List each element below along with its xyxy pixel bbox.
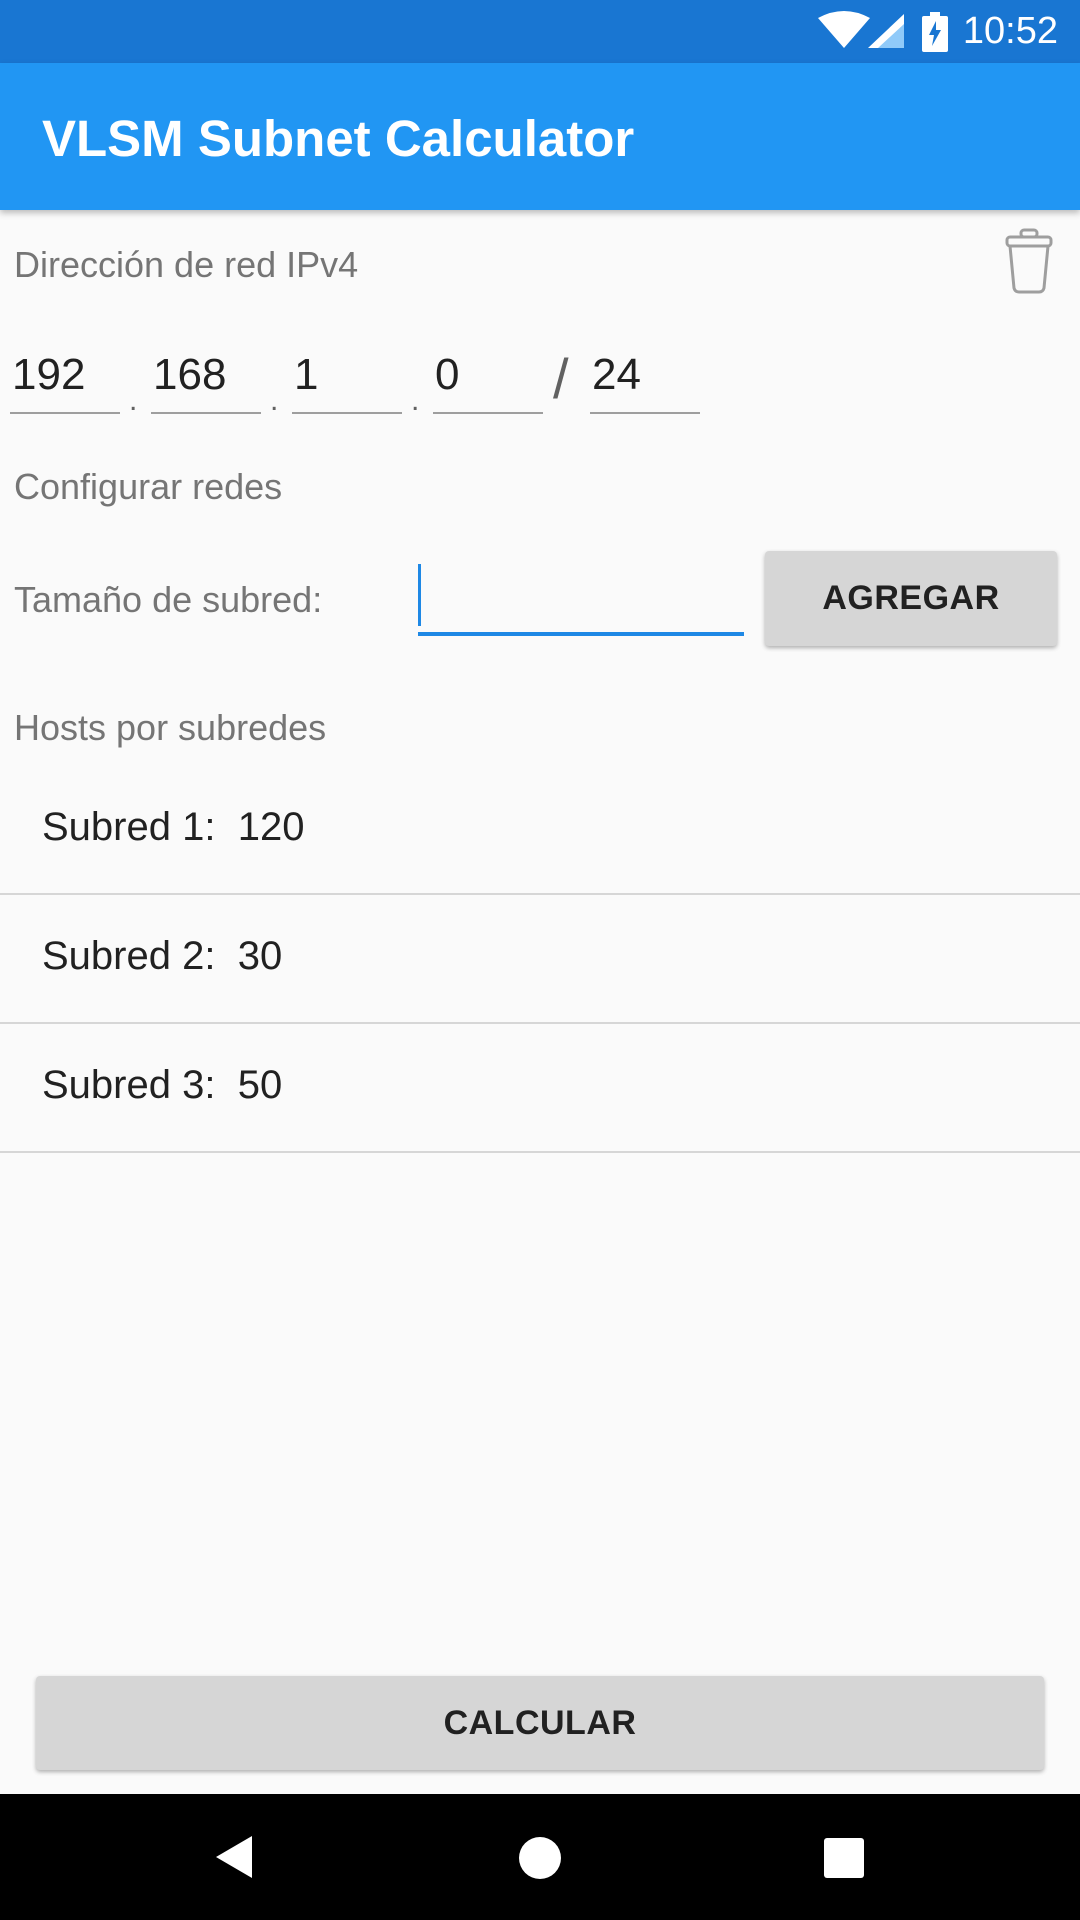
hosts-per-subnet-label: Hosts por subredes [14, 707, 327, 748]
status-bar: 10:52 [0, 0, 1080, 63]
battery-charging-icon [922, 12, 948, 52]
octet-separator: . [129, 384, 138, 417]
prefix-input[interactable]: 24 [590, 350, 700, 414]
back-icon[interactable] [214, 1834, 254, 1880]
subnet-name: Subred 3: [42, 1063, 216, 1107]
calculate-button[interactable]: CALCULAR [36, 1676, 1044, 1770]
network-address-label: Dirección de red IPv4 [14, 244, 359, 285]
status-time: 10:52 [962, 10, 1058, 52]
list-item[interactable]: Subred 3: 50 [0, 1023, 1080, 1153]
navigation-bar [0, 1794, 1080, 1920]
wifi-icon [818, 11, 870, 48]
octet-separator: . [270, 384, 279, 417]
subnet-size-label: Tamaño de subred: [14, 579, 323, 620]
subnet-hosts: 120 [237, 805, 305, 849]
trash-icon[interactable] [1004, 228, 1054, 294]
list-item[interactable]: Subred 2: 30 [0, 894, 1080, 1024]
subnet-name: Subred 1: [42, 805, 216, 849]
subnet-hosts: 50 [237, 1063, 283, 1107]
recents-icon[interactable] [824, 1838, 864, 1878]
octet-4-input[interactable]: 0 [433, 350, 543, 414]
subnet-size-input[interactable] [418, 562, 744, 636]
home-icon[interactable] [518, 1836, 562, 1880]
octet-separator: . [411, 384, 420, 417]
app-bar: VLSM Subnet Calculator [0, 63, 1080, 210]
prefix-separator: / [553, 347, 569, 410]
add-button[interactable]: AGREGAR [765, 551, 1057, 646]
text-cursor [418, 564, 421, 626]
octet-3-input[interactable]: 1 [292, 350, 402, 414]
octet-1-input[interactable]: 192 [10, 350, 120, 414]
configure-networks-label: Configurar redes [14, 466, 283, 507]
list-item[interactable]: Subred 1: 120 [0, 765, 1080, 895]
app-title: VLSM Subnet Calculator [42, 110, 635, 167]
subnet-name: Subred 2: [42, 934, 216, 978]
subnet-hosts: 30 [237, 934, 283, 978]
status-icons [818, 11, 904, 48]
octet-2-input[interactable]: 168 [151, 350, 261, 414]
